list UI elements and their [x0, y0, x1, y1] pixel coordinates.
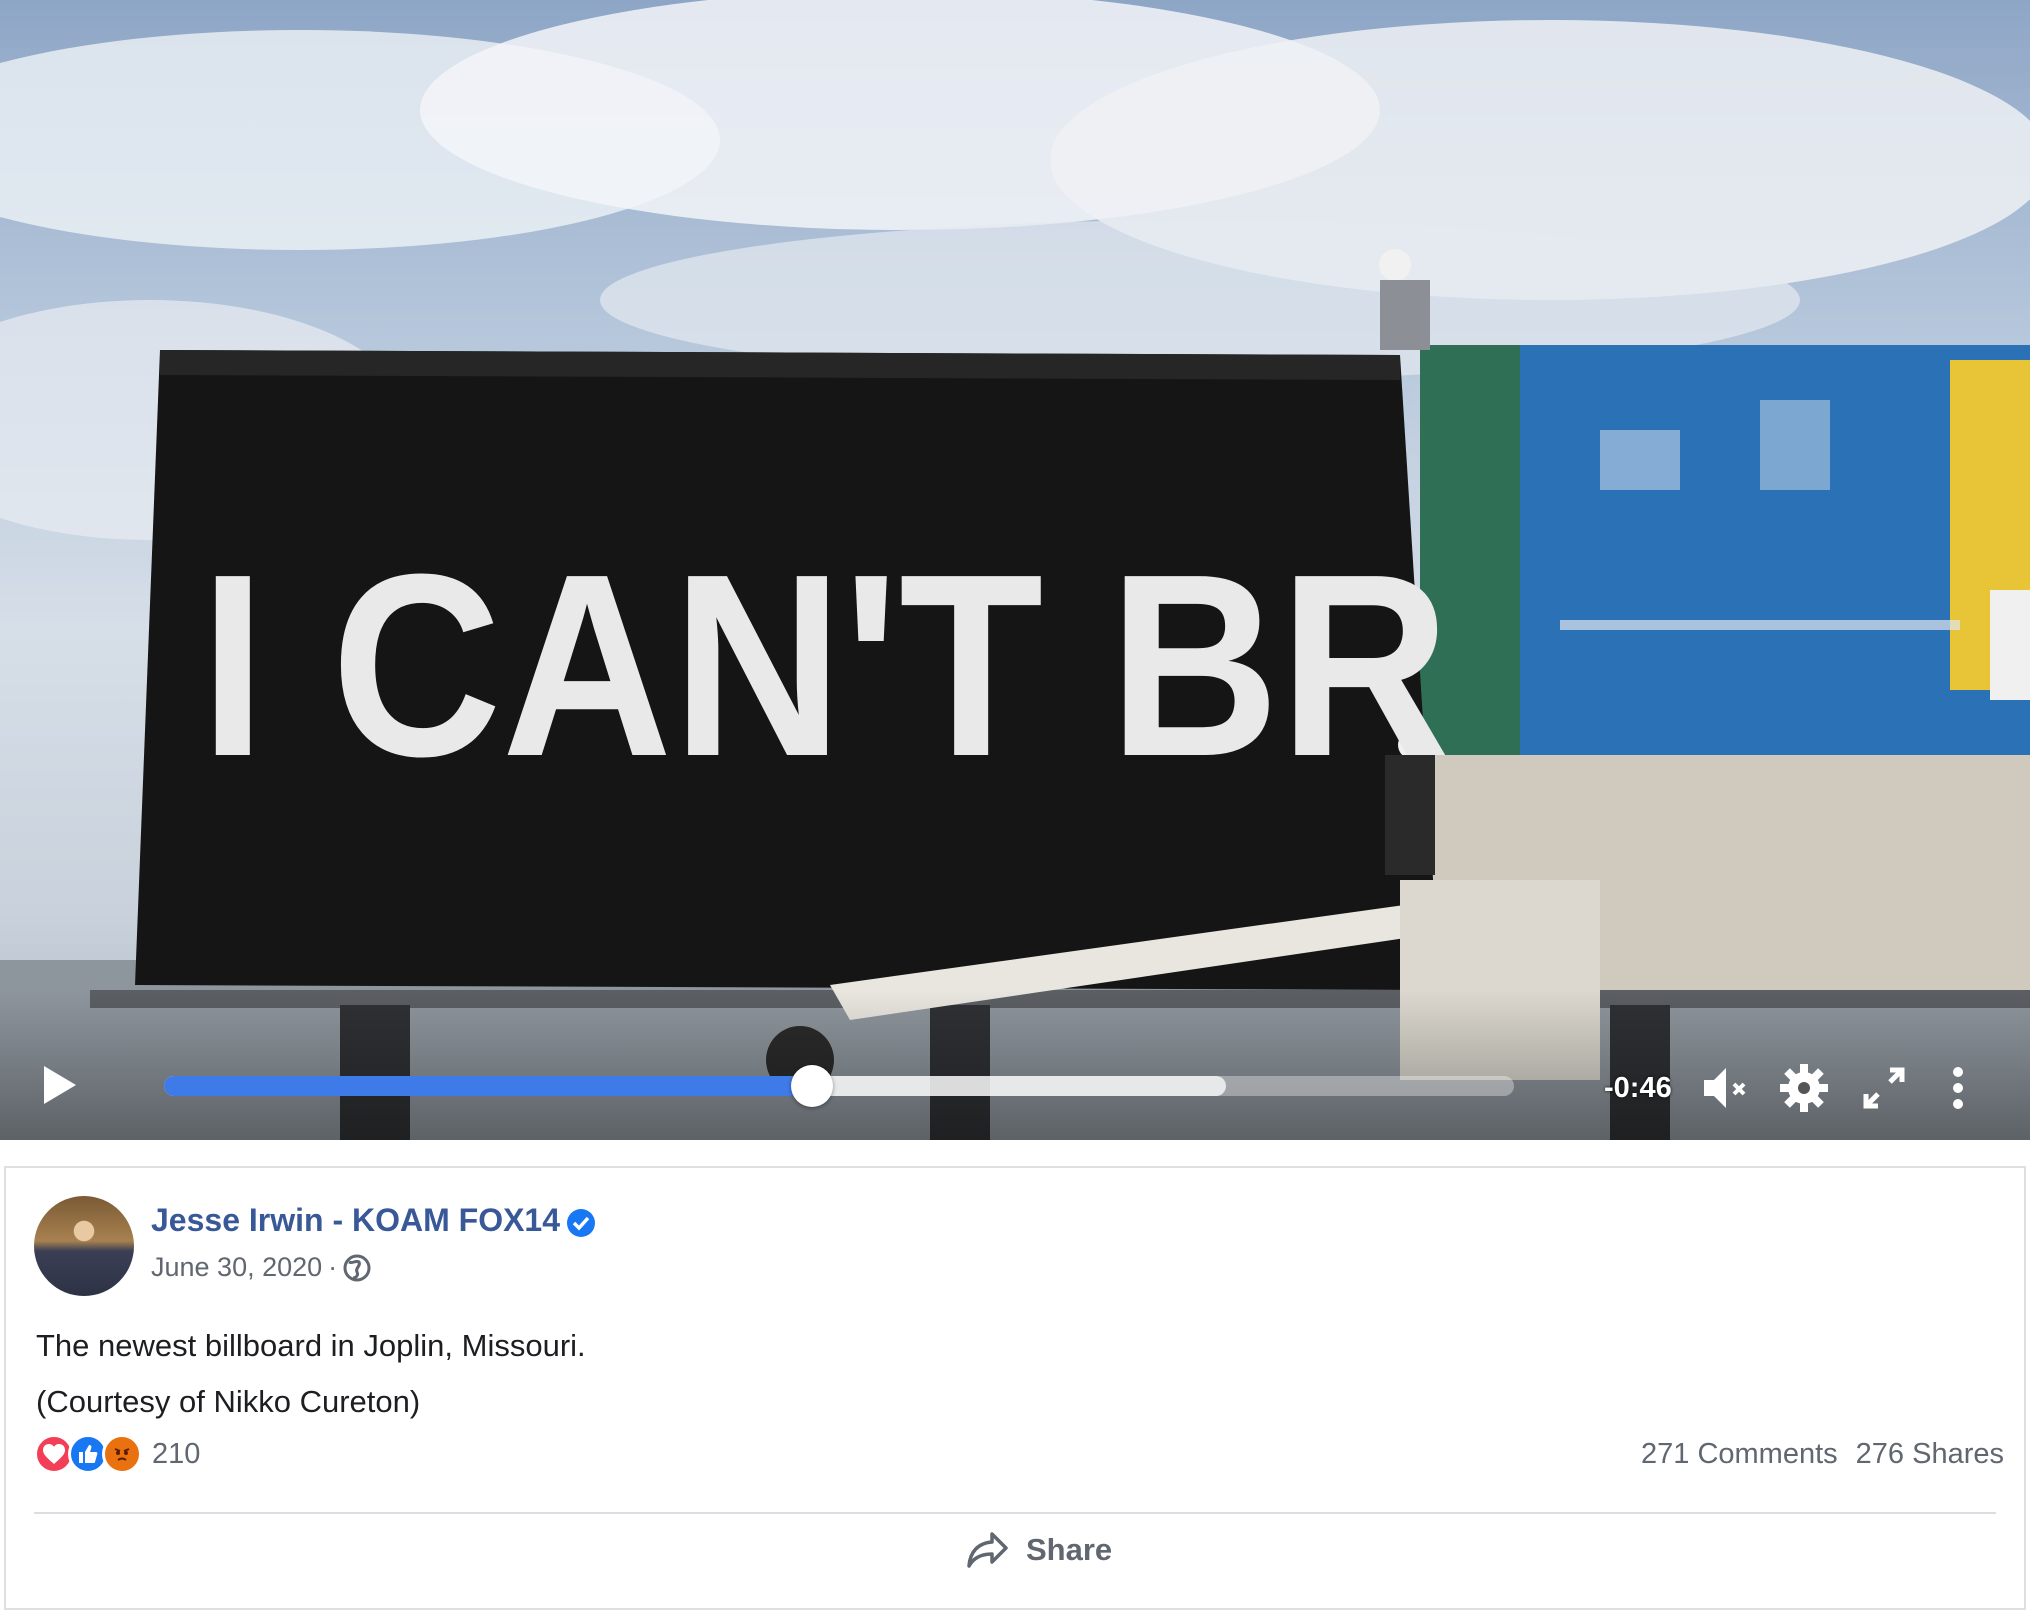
divider [34, 1512, 1996, 1514]
video-player[interactable]: I CAN'T BR -0:46 [0, 0, 2030, 1140]
post-meta: June 30, 2020 · [151, 1252, 371, 1283]
post-date[interactable]: June 30, 2020 [151, 1252, 322, 1283]
share-label: Share [1026, 1532, 1113, 1567]
more-options-button[interactable] [1930, 1060, 1986, 1116]
settings-button[interactable] [1776, 1060, 1832, 1116]
billboard-text: I CAN'T BR [200, 521, 1450, 811]
share-icon [967, 1532, 1008, 1568]
gear-icon [1780, 1064, 1828, 1112]
post-text-line: (Courtesy of Nikko Cureton) [36, 1384, 421, 1419]
share-button[interactable]: Share [966, 1530, 1112, 1570]
verified-icon [567, 1208, 596, 1237]
angry-reaction-icon [102, 1434, 142, 1474]
author-name-text: Jesse Irwin - KOAM FOX14 [151, 1202, 561, 1238]
post-card: Jesse Irwin - KOAM FOX14 June 30, 2020 ·… [4, 1166, 2026, 1610]
mute-button[interactable] [1696, 1060, 1752, 1116]
meta-separator: · [328, 1252, 338, 1282]
progress-played [164, 1076, 812, 1096]
globe-icon [343, 1254, 371, 1281]
fullscreen-button[interactable] [1856, 1060, 1912, 1116]
post-text-line: The newest billboard in Joplin, Missouri… [36, 1328, 586, 1363]
avatar[interactable] [34, 1196, 134, 1296]
more-icon [1953, 1067, 1963, 1109]
progress-bar[interactable] [164, 1065, 1514, 1107]
progress-scrubber[interactable] [791, 1065, 833, 1107]
post-stats: 271 Comments 276 Shares [1641, 1438, 2004, 1471]
play-button[interactable] [40, 1062, 80, 1108]
post-text: The newest billboard in Joplin, Missouri… [36, 1318, 586, 1430]
video-frame: I CAN'T BR [0, 0, 2030, 1140]
volume-muted-icon [1704, 1068, 1746, 1108]
shares-count[interactable]: 276 Shares [1856, 1438, 2004, 1471]
comments-count[interactable]: 271 Comments [1641, 1438, 1838, 1471]
time-remaining: -0:46 [1604, 1072, 1672, 1104]
play-icon [44, 1066, 76, 1104]
reactions-summary[interactable]: 210 [34, 1434, 200, 1474]
reaction-count: 210 [152, 1437, 201, 1470]
fullscreen-icon [1863, 1067, 1905, 1109]
author-name[interactable]: Jesse Irwin - KOAM FOX14 [151, 1202, 596, 1239]
